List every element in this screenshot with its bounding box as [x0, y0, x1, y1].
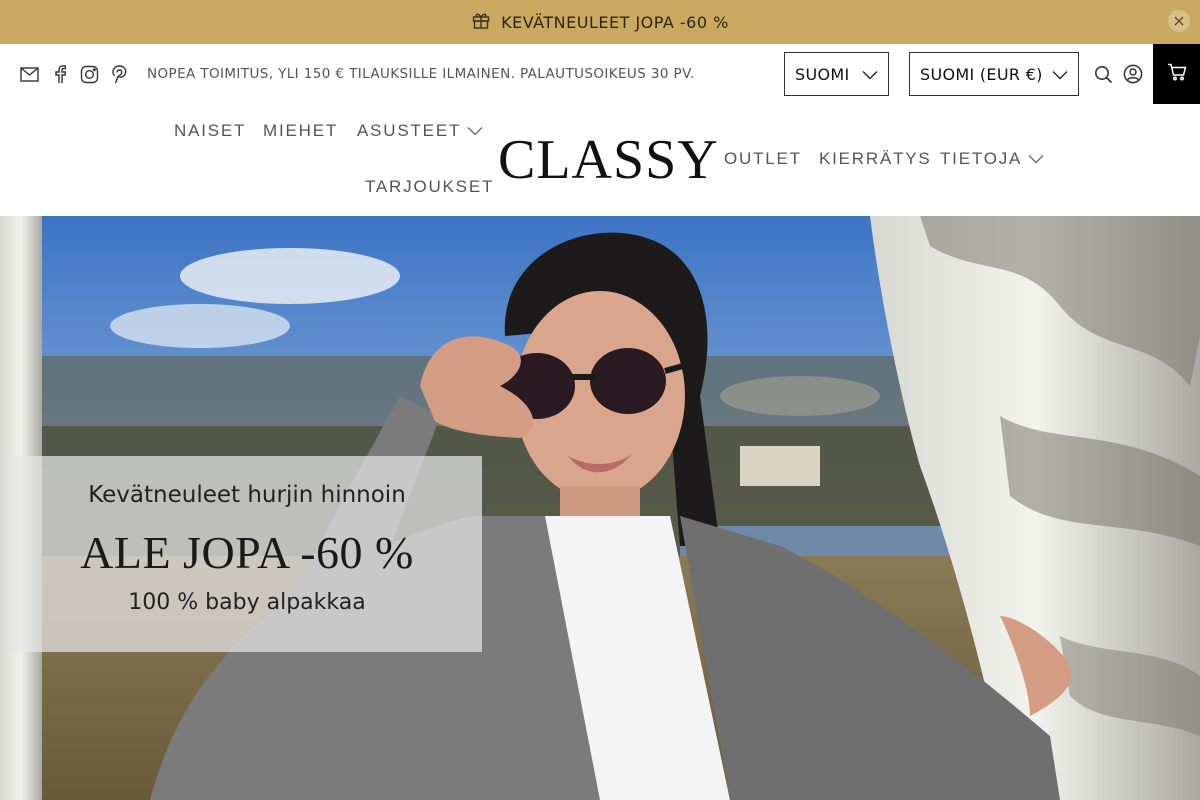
shipping-info: NOPEA TOIMITUS, YLI 150 € TILAUKSILLE IL…: [147, 66, 695, 82]
brand-logo[interactable]: CLASSY: [498, 128, 718, 192]
account-icon[interactable]: [1122, 63, 1144, 85]
social-links: [20, 65, 129, 84]
chevron-down-icon: [467, 121, 483, 141]
promo-footnote: 100 % baby alpakkaa: [128, 590, 366, 615]
announcement-content[interactable]: KEVÄTNEULEET JOPA -60 %: [471, 10, 729, 34]
nav-kierratys[interactable]: KIERRÄTYS: [819, 149, 932, 169]
language-value: SUOMI: [795, 64, 850, 84]
cart-icon: [1167, 63, 1187, 85]
search-icon[interactable]: [1092, 63, 1114, 85]
hero-banner[interactable]: Kevätneuleet hurjin hinnoin ALE JOPA -60…: [0, 216, 1200, 800]
chevron-down-icon: [1028, 149, 1044, 169]
promo-box[interactable]: Kevätneuleet hurjin hinnoin ALE JOPA -60…: [12, 456, 482, 652]
promo-subtitle: Kevätneuleet hurjin hinnoin: [88, 482, 406, 508]
nav-label: KIERRÄTYS: [819, 149, 932, 168]
currency-select[interactable]: SUOMI (EUR €): [909, 52, 1079, 96]
nav-tietoja[interactable]: TIETOJA: [940, 149, 1044, 169]
facebook-icon[interactable]: [50, 65, 69, 84]
nav-asusteet[interactable]: ASUSTEET: [357, 121, 483, 141]
nav-miehet[interactable]: MIEHET: [263, 121, 338, 141]
announcement-bar: KEVÄTNEULEET JOPA -60 %: [0, 0, 1200, 44]
mail-icon[interactable]: [20, 65, 39, 84]
chevron-down-icon: [1052, 65, 1068, 84]
nav-label: ASUSTEET: [357, 121, 462, 140]
cart-button[interactable]: [1153, 44, 1200, 104]
nav-tarjoukset[interactable]: TARJOUKSET: [365, 177, 494, 197]
close-icon[interactable]: [1168, 10, 1190, 32]
pinterest-icon[interactable]: [110, 65, 129, 84]
nav-label: TIETOJA: [940, 149, 1023, 168]
nav-label: TARJOUKSET: [365, 177, 495, 196]
nav-outlet[interactable]: OUTLET: [724, 149, 802, 169]
nav-naiset[interactable]: NAISET: [174, 121, 246, 141]
currency-value: SUOMI (EUR €): [920, 64, 1043, 84]
chevron-down-icon: [862, 65, 878, 84]
language-select[interactable]: SUOMI: [784, 52, 889, 96]
promo-headline: ALE JOPA -60 %: [80, 527, 414, 578]
nav-label: OUTLET: [724, 149, 802, 168]
nav-label: MIEHET: [263, 121, 339, 140]
nav-label: NAISET: [174, 121, 247, 140]
gift-icon: [471, 10, 491, 34]
announcement-text[interactable]: KEVÄTNEULEET JOPA -60 %: [501, 13, 729, 32]
instagram-icon[interactable]: [80, 65, 99, 84]
